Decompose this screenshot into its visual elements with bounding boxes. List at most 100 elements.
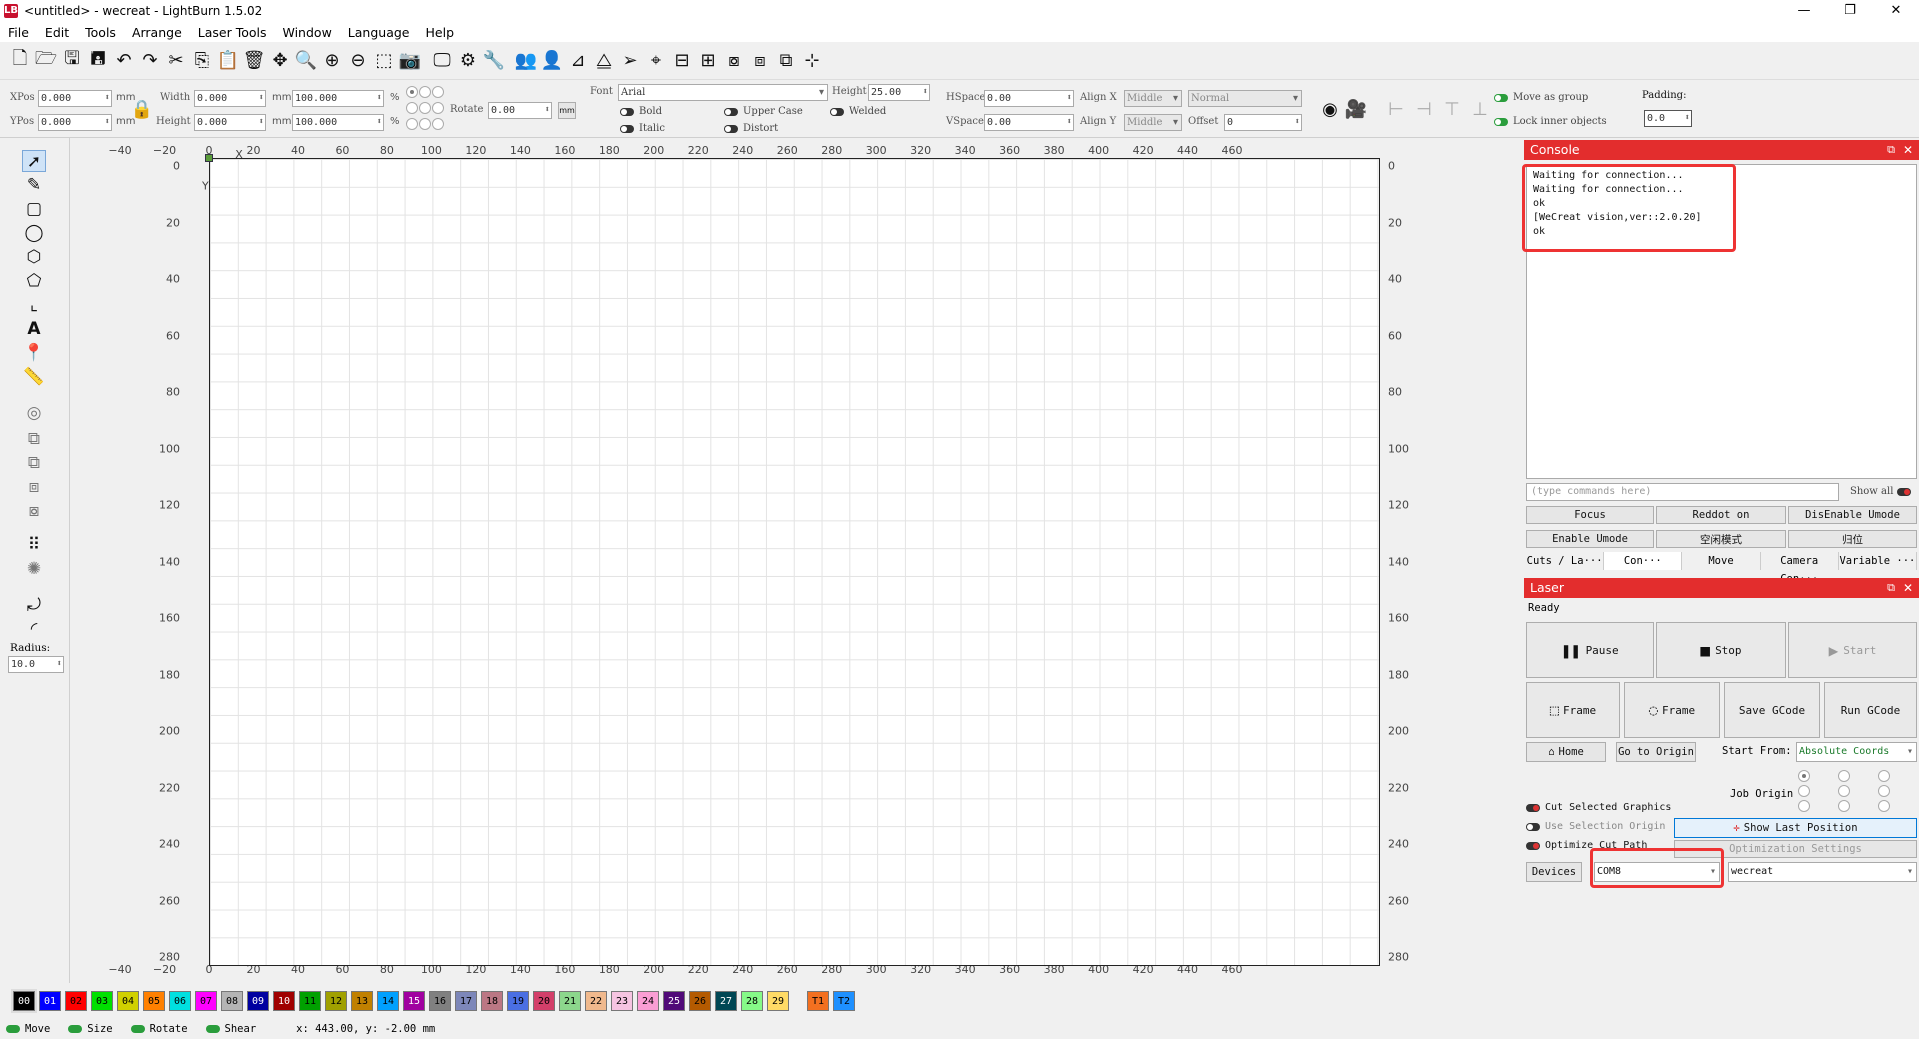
reddot-on-button[interactable]: Reddot on xyxy=(1656,506,1786,524)
cut-icon[interactable]: ✂ xyxy=(164,48,188,74)
ypos-input[interactable]: 0.000 xyxy=(38,114,112,131)
align-center-icon[interactable]: ⧇ xyxy=(722,48,746,74)
round-corner-icon[interactable]: ◜ xyxy=(22,618,46,640)
open-folder-icon[interactable]: 🗁 xyxy=(34,48,58,74)
send-icon[interactable]: ➢ xyxy=(618,48,642,74)
layer-swatch-14[interactable]: 14 xyxy=(377,991,399,1011)
console-float-icon[interactable]: ⧉ xyxy=(1887,140,1895,160)
distribute-v-icon[interactable]: ⧉ xyxy=(774,48,798,74)
menu-tools[interactable]: Tools xyxy=(77,25,124,40)
size-toggle[interactable]: Size xyxy=(68,1023,113,1035)
show-last-position-button[interactable]: ✛ Show Last Position xyxy=(1674,818,1917,838)
layer-swatch-19[interactable]: 19 xyxy=(507,991,529,1011)
distort-toggle[interactable]: Distort xyxy=(724,123,778,134)
layer-swatch-12[interactable]: 12 xyxy=(325,991,347,1011)
layer-swatch-13[interactable]: 13 xyxy=(351,991,373,1011)
devices-button[interactable]: Devices xyxy=(1526,862,1582,882)
subtract-icon[interactable]: ⧈ xyxy=(22,476,46,498)
user-icon[interactable]: 👤 xyxy=(540,48,564,74)
save-gcode-button[interactable]: Save GCode xyxy=(1724,682,1820,738)
align-top-icon[interactable]: ⊤ xyxy=(1440,96,1464,122)
job-origin-selector[interactable] xyxy=(1798,770,1908,814)
target-icon[interactable]: ⌖ xyxy=(644,48,668,74)
distribute-icon[interactable]: ⊞ xyxy=(696,48,720,74)
frame-circle-button[interactable]: ◌ Frame xyxy=(1624,682,1720,738)
pause-button[interactable]: ❚❚ Pause xyxy=(1526,622,1654,678)
menu-arrange[interactable]: Arrange xyxy=(124,25,190,40)
layer-swatch-15[interactable]: 15 xyxy=(403,991,425,1011)
boolean-icon[interactable]: ◎ xyxy=(22,402,46,424)
layer-swatch-25[interactable]: 25 xyxy=(663,991,685,1011)
rotate-corner-icon[interactable]: ⤾ xyxy=(22,594,46,616)
go-to-origin-button[interactable]: Go to Origin xyxy=(1616,742,1696,762)
laser-close-icon[interactable]: ✕ xyxy=(1903,578,1913,598)
xpos-input[interactable]: 0.000 xyxy=(38,90,112,107)
frame-rect-button[interactable]: ⬚ Frame xyxy=(1526,682,1620,738)
restore-button[interactable]: ❐ xyxy=(1827,0,1873,22)
align-y-select[interactable]: Middle xyxy=(1124,114,1182,131)
layer-swatch-27[interactable]: 27 xyxy=(715,991,737,1011)
italic-toggle[interactable]: Italic xyxy=(620,123,665,134)
menu-file[interactable]: File xyxy=(0,25,37,40)
layer-swatch-23[interactable]: 23 xyxy=(611,991,633,1011)
redo-icon[interactable]: ↷ xyxy=(138,48,162,74)
grid-array-icon[interactable]: ⠿ xyxy=(22,534,46,556)
height-input[interactable]: 0.000 xyxy=(194,114,266,131)
save-as-icon[interactable]: 🖪 xyxy=(86,48,110,74)
save-icon[interactable]: 🖫 xyxy=(60,48,84,74)
layer-swatch-03[interactable]: 03 xyxy=(91,991,113,1011)
origin-selector[interactable] xyxy=(406,86,446,132)
ellipse-icon[interactable]: ◯ xyxy=(22,222,46,244)
console-command-input[interactable]: (type commands here) xyxy=(1526,483,1839,501)
pen-icon[interactable]: ✎ xyxy=(22,174,46,196)
camera-icon[interactable]: 📷 xyxy=(398,48,422,74)
tab-camera-control[interactable]: Camera Con··· xyxy=(1761,552,1839,585)
layer-swatch-10[interactable]: 10 xyxy=(273,991,295,1011)
cut-selected-graphics-toggle[interactable]: Cut Selected Graphics xyxy=(1526,802,1671,813)
monitor-icon[interactable]: 🖵 xyxy=(430,48,454,74)
layer-swatch-24[interactable]: 24 xyxy=(637,991,659,1011)
align-icon[interactable]: ⊟ xyxy=(670,48,694,74)
layer-swatch-08[interactable]: 08 xyxy=(221,991,243,1011)
flip-icon[interactable]: ⧋ xyxy=(592,48,616,74)
minimize-button[interactable]: — xyxy=(1781,0,1827,22)
layer-swatch-21[interactable]: 21 xyxy=(559,991,581,1011)
vspace-input[interactable]: 0.00 xyxy=(984,114,1074,131)
disable-umode-button[interactable]: DisEnable Umode xyxy=(1788,506,1917,524)
start-from-select[interactable]: Absolute Coords xyxy=(1796,742,1917,762)
rotate-unit-button[interactable]: mm xyxy=(558,102,576,119)
lock-inner-objects-toggle[interactable]: Lock inner objects xyxy=(1494,116,1607,127)
homing-button[interactable]: 归位 xyxy=(1788,530,1917,548)
welded-toggle[interactable]: Welded xyxy=(830,106,886,117)
laser-float-icon[interactable]: ⧉ xyxy=(1887,578,1895,598)
layer-swatch-04[interactable]: 04 xyxy=(117,991,139,1011)
rotate-toggle[interactable]: Rotate xyxy=(130,1023,188,1035)
zoom-out-icon[interactable]: ⊖ xyxy=(346,48,370,74)
layer-swatch-26[interactable]: 26 xyxy=(689,991,711,1011)
font-select[interactable]: Arial xyxy=(618,84,828,101)
layer-swatch-09[interactable]: 09 xyxy=(247,991,269,1011)
align-bottom-icon[interactable]: ⊥ xyxy=(1468,96,1492,122)
undo-icon[interactable]: ↶ xyxy=(112,48,136,74)
video-camera-icon[interactable]: 🎥 xyxy=(1344,96,1368,122)
menu-window[interactable]: Window xyxy=(275,25,340,40)
run-gcode-button[interactable]: Run GCode xyxy=(1824,682,1917,738)
new-file-icon[interactable]: 🗋 xyxy=(8,48,32,74)
menu-edit[interactable]: Edit xyxy=(37,25,77,40)
enable-umode-button[interactable]: Enable Umode xyxy=(1526,530,1654,548)
pan-icon[interactable]: ✥ xyxy=(268,48,292,74)
layer-swatch-01[interactable]: 01 xyxy=(39,991,61,1011)
tab-cuts-layers[interactable]: Cuts / La··· xyxy=(1526,552,1605,570)
layer-swatch-02[interactable]: 02 xyxy=(65,991,87,1011)
upper-case-toggle[interactable]: Upper Case xyxy=(724,106,803,117)
device-select[interactable]: wecreat xyxy=(1728,862,1917,882)
layer-swatch-29[interactable]: 29 xyxy=(767,991,789,1011)
union-icon[interactable]: ⧉ xyxy=(22,452,46,474)
tab-variable-text[interactable]: Variable ··· xyxy=(1839,552,1918,570)
width-input[interactable]: 0.000 xyxy=(194,90,266,107)
bold-toggle[interactable]: Bold xyxy=(620,106,662,117)
align-hcenter-icon[interactable]: ⊣ xyxy=(1412,96,1436,122)
position-pin-icon[interactable]: 📍 xyxy=(22,342,46,364)
close-button[interactable]: ✕ xyxy=(1873,0,1919,22)
padding-input[interactable]: 0.0 xyxy=(1644,110,1692,127)
